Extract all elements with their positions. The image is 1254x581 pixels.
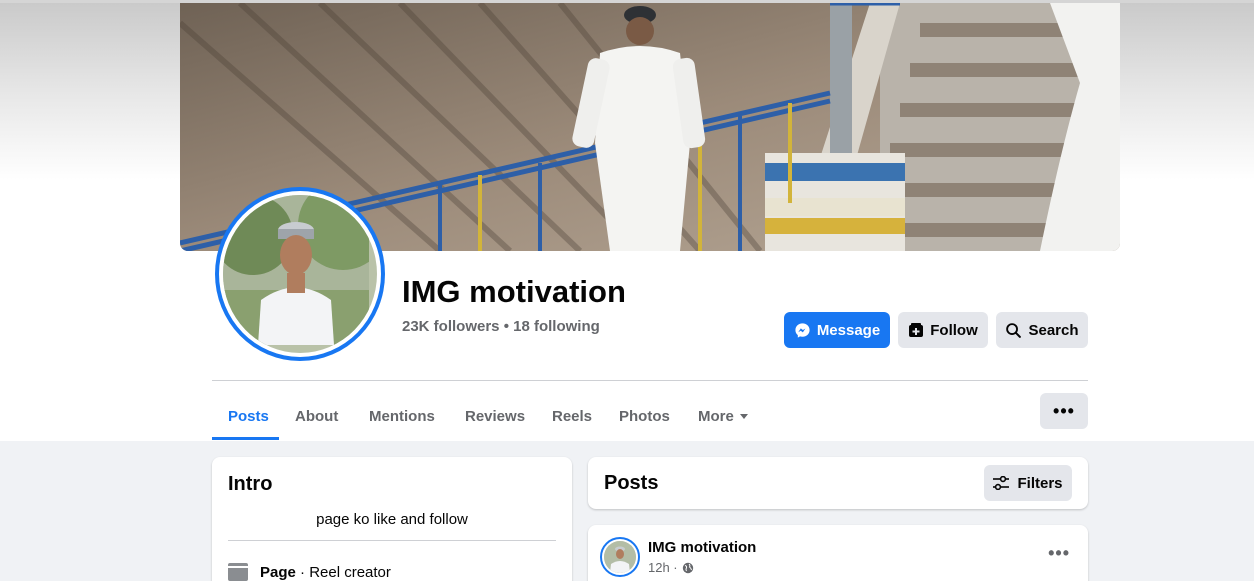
tab-about[interactable]: About: [279, 392, 354, 440]
post-author-name[interactable]: IMG motivation: [648, 539, 756, 556]
globe-icon: [682, 562, 693, 573]
tab-posts[interactable]: Posts: [212, 392, 285, 440]
post-card: IMG motivation 12h · •••: [588, 525, 1088, 581]
intro-category-label: Page: [260, 563, 296, 581]
post-options-label: •••: [1048, 543, 1070, 563]
tab-posts-label: Posts: [228, 407, 269, 425]
tab-about-label: About: [295, 407, 339, 425]
filters-icon: [993, 476, 1010, 490]
search-button[interactable]: Search: [996, 312, 1088, 348]
filters-button-label: Filters: [1017, 474, 1063, 492]
more-options-button[interactable]: •••: [1040, 393, 1088, 429]
intro-category-text: Page · Reel creator: [260, 564, 391, 581]
post-author-avatar[interactable]: [600, 537, 640, 577]
intro-card: Intro page ko like and follow Page · Ree…: [212, 457, 572, 581]
page-category-icon: [228, 563, 248, 581]
tab-mentions[interactable]: Mentions: [353, 392, 451, 440]
intro-divider: [228, 540, 556, 541]
profile-photo-image: [223, 195, 377, 345]
filters-button[interactable]: Filters: [984, 465, 1072, 501]
posts-title: Posts: [604, 472, 659, 494]
search-button-label: Search: [1028, 321, 1079, 339]
message-button-label: Message: [816, 321, 881, 339]
messenger-icon: [795, 322, 810, 338]
tab-more[interactable]: More: [682, 392, 764, 440]
tab-photos[interactable]: Photos: [603, 392, 686, 440]
post-author-photo: [604, 541, 636, 573]
header-divider: [212, 380, 1088, 381]
more-options-label: •••: [1053, 400, 1075, 421]
intro-bio: page ko like and follow: [316, 511, 468, 528]
follow-icon: [909, 323, 924, 337]
posts-header-card: Posts Filters: [588, 457, 1088, 509]
post-meta: 12h ·: [648, 560, 694, 575]
tab-reels[interactable]: Reels: [536, 392, 608, 440]
tab-reviews[interactable]: Reviews: [449, 392, 541, 440]
intro-title: Intro: [228, 473, 273, 495]
caret-down-icon: [739, 413, 748, 419]
follow-button[interactable]: Follow: [898, 312, 988, 348]
tab-reels-label: Reels: [552, 407, 593, 425]
page-title: IMG motivation: [402, 274, 626, 309]
tab-mentions-label: Mentions: [369, 407, 435, 425]
follower-count[interactable]: 23K followers • 18 following: [402, 318, 600, 335]
message-button[interactable]: Message: [784, 312, 890, 348]
profile-picture[interactable]: [215, 187, 385, 361]
intro-category-row: Page · Reel creator: [228, 563, 391, 581]
search-icon: [1006, 322, 1022, 338]
follow-button-label: Follow: [930, 321, 978, 339]
tab-reviews-label: Reviews: [465, 407, 526, 425]
post-options-button[interactable]: •••: [1048, 543, 1070, 564]
intro-category-value[interactable]: · Reel creator: [296, 564, 391, 581]
tab-more-label: More: [698, 407, 734, 425]
tab-photos-label: Photos: [619, 407, 670, 425]
post-timestamp[interactable]: 12h ·: [648, 560, 678, 575]
active-tab-indicator: [212, 437, 279, 440]
